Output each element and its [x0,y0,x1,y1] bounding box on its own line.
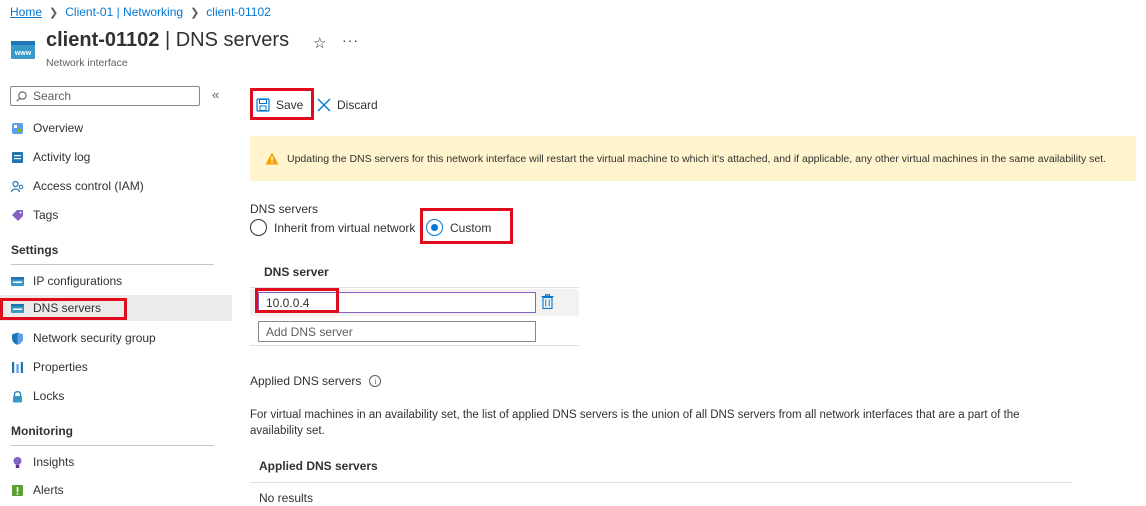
radio-circle[interactable] [426,219,443,236]
warning-icon [265,152,279,165]
activity-log-icon [12,151,23,163]
sidebar-item-insights[interactable]: Insights [0,449,232,475]
applied-dns-description: For virtual machines in an availability … [250,409,1020,437]
sidebar-item-label: Overview [33,121,84,135]
sidebar-item-tags[interactable]: Tags [0,202,232,228]
svg-text:www: www [14,50,32,57]
tag-icon [12,209,23,221]
sidebar-item-label: Insights [33,455,75,469]
section-divider [11,445,214,446]
dns-server-input[interactable] [258,292,536,313]
sidebar-item-activity-log[interactable]: Activity log [0,144,232,170]
star-icon[interactable]: ☆ [313,34,326,52]
sidebar-item-overview[interactable]: Overview [0,115,232,141]
radio-circle[interactable] [250,219,267,236]
sidebar-item-label: Network security group [33,331,156,345]
sidebar-item-label: Activity log [33,150,91,164]
applied-dns-label-text: Applied DNS servers [250,374,362,388]
sidebar-item-alerts[interactable]: Alerts [0,477,232,503]
more-icon[interactable]: ··· [342,32,359,48]
sidebar-item-label: Alerts [33,483,64,497]
chevron-right-icon: ❯ [49,6,59,19]
no-results-text: No results [259,491,314,505]
collapse-sidebar-icon[interactable]: « [212,87,219,102]
sidebar-item-label: DNS servers [33,301,102,315]
sidebar-item-label: Tags [33,208,59,222]
breadcrumb-parent-link[interactable]: Client-01 | Networking [65,5,183,19]
lock-icon [13,390,22,402]
breadcrumb: Home ❯ Client-01 | Networking ❯ client-0… [10,5,271,19]
radio-label: Custom [450,220,492,235]
dns-server-column-header: DNS server [264,265,329,279]
sidebar-item-dns-servers[interactable]: DNS servers [0,295,232,321]
chevron-right-icon: ❯ [190,6,200,19]
blade-title: | DNS servers [164,29,290,51]
sidebar-item-label: Access control (IAM) [33,179,144,193]
radio-label: Inherit from virtual network [274,220,416,235]
grid-divider [250,482,1072,483]
resource-name: client-01102 [46,29,160,51]
radio-custom[interactable]: Custom [426,219,491,236]
warning-text: Updating the DNS servers for this networ… [287,152,1107,165]
sidebar-item-ip-configurations[interactable]: IP configurations [0,268,232,294]
section-divider [11,264,214,265]
sidebar-item-locks[interactable]: Locks [0,383,232,409]
applied-dns-label: Applied DNS servers i [250,374,382,388]
breadcrumb-current-link[interactable]: client-01102 [206,5,271,19]
nsg-shield-icon [12,332,23,345]
close-icon [317,98,331,112]
monitoring-heading: Monitoring [11,424,73,438]
grid-divider [250,287,579,288]
radio-inherit-from-vnet[interactable]: Inherit from virtual network [250,219,415,236]
iam-icon [11,180,24,192]
sidebar-search[interactable] [10,86,200,106]
overview-icon [12,122,23,134]
insights-bulb-icon [13,456,22,468]
network-interface-icon: www [11,41,35,59]
sidebar-item-label: Properties [33,360,88,374]
info-icon[interactable]: i [369,375,382,387]
trash-icon[interactable] [541,294,554,309]
sidebar-item-properties[interactable]: Properties [0,354,232,380]
search-icon [16,90,27,102]
sidebar-item-network-security-group[interactable]: Network security group [0,325,232,351]
save-icon [256,98,270,112]
dns-servers-label: DNS servers [250,202,319,216]
sidebar-item-label: IP configurations [33,274,123,288]
page-title: client-01102 | DNS servers [46,29,289,52]
add-dns-server-input[interactable] [258,321,536,342]
grid-divider [250,345,579,346]
sidebar-item-label: Locks [33,389,65,403]
sidebar-item-iam[interactable]: Access control (IAM) [0,173,232,199]
settings-heading: Settings [11,243,59,257]
applied-dns-column-header: Applied DNS servers [259,459,378,473]
properties-icon [12,361,23,373]
save-label: Save [276,98,304,112]
discard-label: Discard [337,98,378,112]
warning-banner: Updating the DNS servers for this networ… [250,136,1136,181]
discard-button[interactable]: Discard [317,94,378,116]
ip-config-icon [11,276,24,286]
search-input[interactable] [33,89,183,103]
breadcrumb-home-link[interactable]: Home [10,5,42,19]
resource-type: Network interface [46,57,128,69]
alerts-icon [12,484,23,496]
save-button[interactable]: Save [256,94,303,116]
dns-icon [11,303,24,313]
